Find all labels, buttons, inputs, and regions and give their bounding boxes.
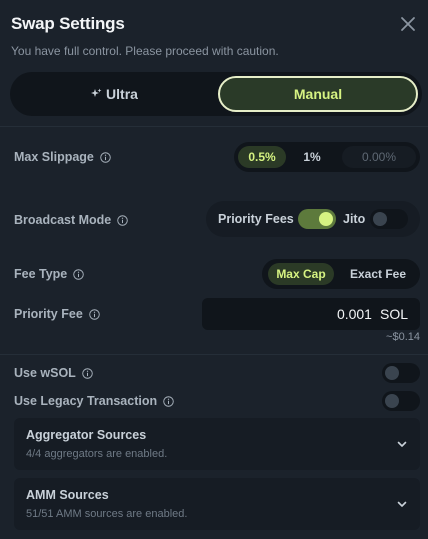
custom-slippage-input[interactable]: 0.00%	[342, 146, 416, 168]
use-wsol-text: Use wSOL	[14, 366, 76, 380]
header: Swap Settings	[11, 14, 417, 36]
priority-fees-label: Priority Fees	[218, 212, 294, 226]
priority-fees-toggle[interactable]	[298, 209, 336, 229]
aggregator-sources-title: Aggregator Sources	[26, 428, 147, 442]
page-title: Swap Settings	[11, 14, 125, 33]
toggle-knob	[319, 212, 333, 226]
jito-label: Jito	[343, 212, 366, 226]
manual-mode-label: Manual	[293, 86, 343, 102]
info-icon[interactable]	[117, 214, 128, 226]
use-wsol-toggle[interactable]	[382, 363, 420, 383]
priority-fee-unit: SOL	[379, 306, 408, 322]
subtitle: You have full control. Please proceed wi…	[11, 44, 279, 58]
mode-toggle: Ultra Manual	[10, 72, 422, 116]
priority-fee-value: 0.001	[336, 306, 372, 322]
legacy-tx-toggle[interactable]	[382, 391, 420, 411]
sparkle-icon	[91, 88, 102, 97]
info-icon[interactable]	[100, 151, 111, 163]
close-icon[interactable]	[399, 15, 417, 33]
legacy-tx-text: Use Legacy Transaction	[14, 394, 158, 408]
aggregator-sources-accordion[interactable]: Aggregator Sources 4/4 aggregators are e…	[14, 418, 420, 470]
ultra-mode-label: Ultra	[106, 86, 138, 102]
amm-sources-description: 51/51 AMM sources are enabled.	[26, 508, 188, 520]
manual-mode-button[interactable]: Manual	[218, 76, 418, 112]
info-icon[interactable]	[82, 367, 93, 379]
chevron-down-icon	[397, 501, 407, 507]
toggle-knob	[385, 394, 399, 408]
fee-type-label: Fee Type	[14, 267, 84, 281]
max-slippage-label: Max Slippage	[14, 150, 111, 164]
slippage-selector: 0.5% 1% 0.00%	[234, 142, 420, 172]
ultra-mode-button[interactable]: Ultra	[14, 76, 214, 112]
info-icon[interactable]	[89, 308, 100, 320]
broadcast-mode-text: Broadcast Mode	[14, 213, 112, 227]
aggregator-sources-description: 4/4 aggregators are enabled.	[26, 448, 168, 460]
priority-fee-usd: ~$0.14	[386, 331, 420, 343]
info-icon[interactable]	[163, 395, 174, 407]
divider	[0, 126, 428, 127]
max-slippage-text: Max Slippage	[14, 150, 94, 164]
use-wsol-label: Use wSOL	[14, 366, 93, 380]
amm-sources-title: AMM Sources	[26, 488, 109, 502]
fee-type-text: Fee Type	[14, 267, 68, 281]
toggle-knob	[385, 366, 399, 380]
amm-sources-accordion[interactable]: AMM Sources 51/51 AMM sources are enable…	[14, 478, 420, 530]
fee-type-selector: Max Cap Exact Fee	[262, 259, 420, 289]
priority-fee-label: Priority Fee	[14, 307, 100, 321]
chevron-down-icon	[397, 441, 407, 447]
info-icon[interactable]	[73, 268, 84, 280]
fee-type-exact-fee[interactable]: Exact Fee	[342, 263, 414, 285]
toggle-knob	[373, 212, 387, 226]
slippage-option-1[interactable]: 1%	[292, 146, 332, 168]
fee-type-max-cap[interactable]: Max Cap	[268, 263, 334, 285]
broadcast-mode-label: Broadcast Mode	[14, 213, 128, 227]
priority-fee-text: Priority Fee	[14, 307, 83, 321]
legacy-tx-label: Use Legacy Transaction	[14, 394, 174, 408]
broadcast-mode-group: Priority Fees Jito	[206, 201, 420, 237]
slippage-option-0-5[interactable]: 0.5%	[238, 146, 286, 168]
jito-toggle[interactable]	[370, 209, 408, 229]
priority-fee-input[interactable]: 0.001 SOL	[202, 298, 420, 330]
divider	[0, 354, 428, 355]
